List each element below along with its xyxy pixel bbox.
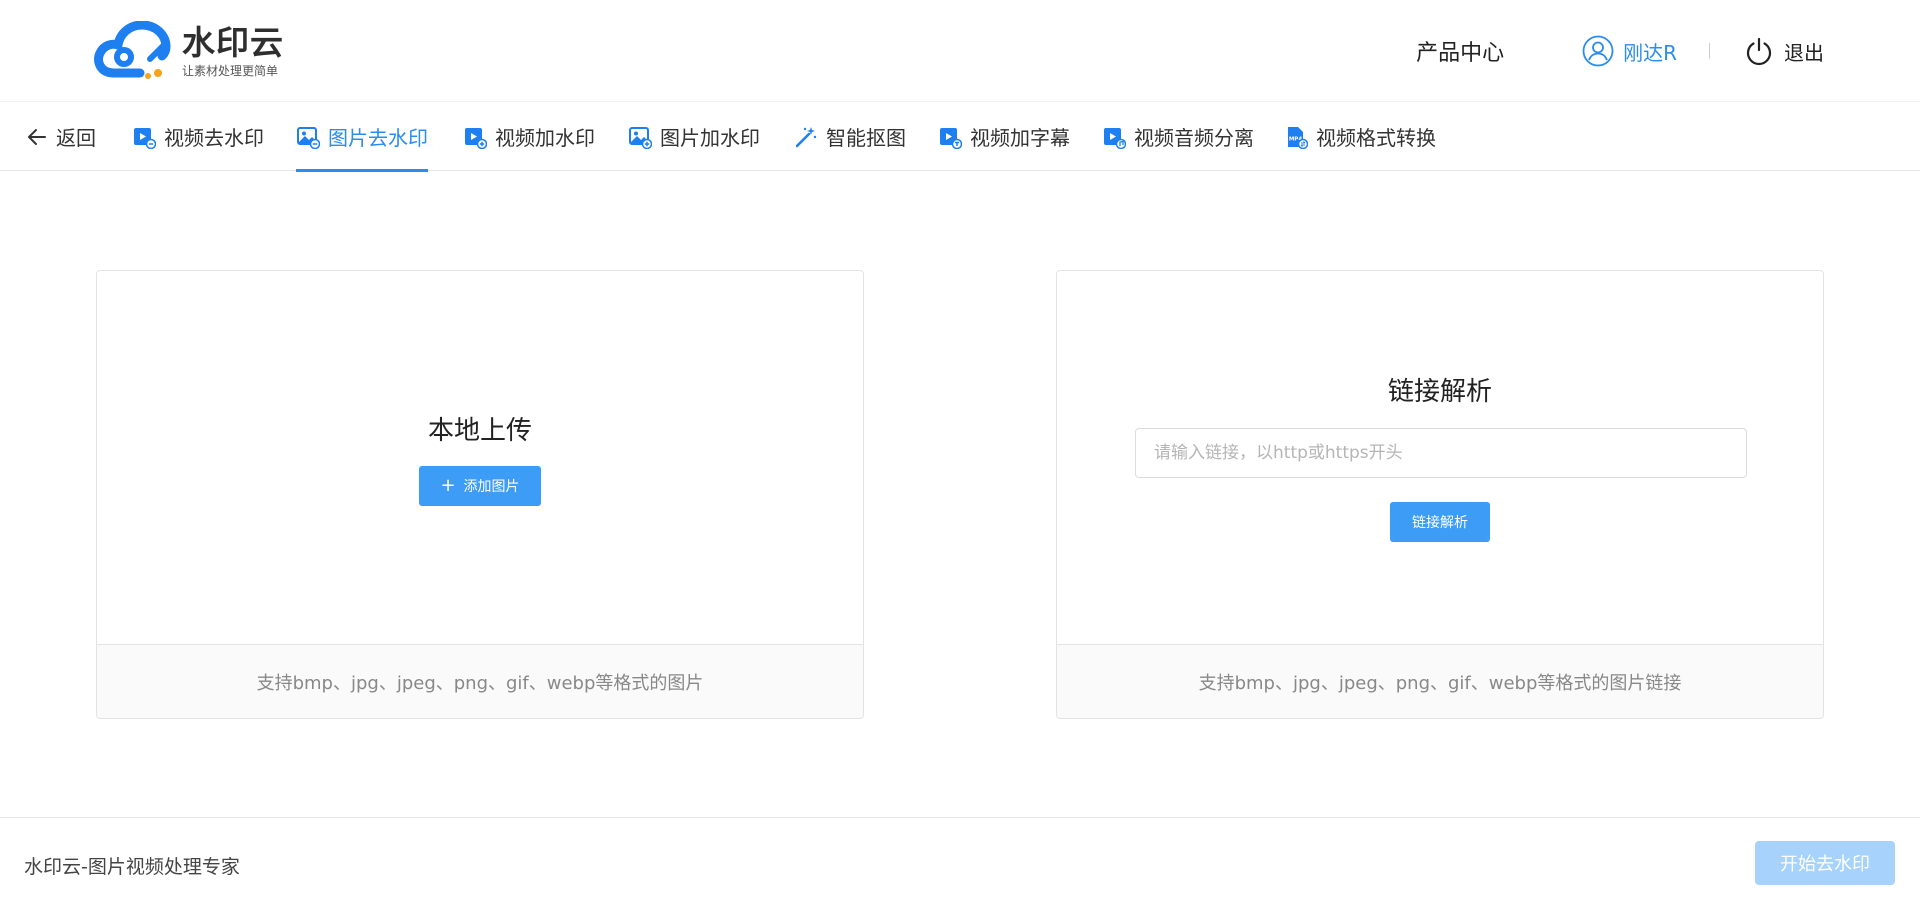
- cloud-logo-icon: [94, 21, 171, 79]
- tab-label: 视频格式转换: [1316, 126, 1436, 150]
- tab-image-remove-watermark[interactable]: 图片去水印: [296, 102, 428, 172]
- tab-label: 视频音频分离: [1134, 126, 1254, 150]
- logo-slogan: 让素材处理更简单: [182, 64, 279, 78]
- user-avatar-icon: [1582, 35, 1614, 67]
- video-icon: [134, 127, 156, 149]
- bottom-bar: 水印云-图片视频处理专家 开始去水印: [0, 817, 1920, 903]
- footer-brand-text: 水印云-图片视频处理专家: [24, 856, 240, 878]
- tab-label: 视频加字幕: [970, 126, 1070, 150]
- tab-video-remove-watermark[interactable]: 视频去水印: [132, 102, 264, 171]
- top-header: 水印云 让素材处理更简单 产品中心 刚达R 退出: [0, 0, 1920, 102]
- video-add-icon: [465, 127, 487, 149]
- logo-name: 水印云: [182, 23, 284, 62]
- tab-label: 智能抠图: [826, 126, 906, 150]
- upload-drop-area[interactable]: 本地上传 + 添加图片: [97, 271, 863, 646]
- back-button[interactable]: 返回: [26, 102, 96, 171]
- image-icon: [297, 126, 320, 149]
- local-upload-card: 本地上传 + 添加图片 支持bmp、jpg、jpeg、png、gif、webp等…: [96, 270, 864, 719]
- tab-video-audio-separate[interactable]: 视频音频分离: [1102, 102, 1254, 171]
- image-add-icon: [629, 126, 652, 149]
- link-card-footer: 支持bmp、jpg、jpeg、png、gif、webp等格式的图片链接: [1057, 644, 1823, 718]
- user-name: 刚达R: [1623, 40, 1677, 65]
- header-divider: [1709, 43, 1710, 59]
- power-icon: [1746, 37, 1772, 66]
- arrow-left-icon: [28, 128, 46, 145]
- product-center-link[interactable]: 产品中心: [1416, 35, 1504, 67]
- tab-video-format-convert[interactable]: MP4 视频格式转换: [1284, 102, 1436, 171]
- link-card-title: 链接解析: [1387, 377, 1492, 407]
- add-image-button[interactable]: + 添加图片: [419, 466, 541, 506]
- magic-wand-icon: [795, 126, 817, 147]
- tab-label: 图片加水印: [660, 126, 760, 150]
- logout-button[interactable]: 退出: [1744, 36, 1824, 66]
- logo[interactable]: 水印云 让素材处理更简单: [94, 21, 299, 83]
- link-parse-card: 链接解析 链接解析 支持bmp、jpg、jpeg、png、gif、webp等格式…: [1056, 270, 1824, 719]
- video-audio-icon: [1104, 127, 1126, 149]
- link-parse-body: 链接解析 链接解析: [1057, 271, 1823, 646]
- mp4-file-icon: MP4: [1288, 126, 1308, 149]
- back-label: 返回: [56, 126, 96, 150]
- tab-video-subtitle[interactable]: 视频加字幕: [938, 102, 1070, 171]
- start-remove-watermark-button[interactable]: 开始去水印: [1755, 841, 1895, 885]
- link-input[interactable]: [1135, 428, 1747, 478]
- tab-smart-cutout[interactable]: 智能抠图: [794, 102, 906, 171]
- tab-video-add-watermark[interactable]: 视频加水印: [463, 102, 595, 171]
- user-account-button[interactable]: 刚达R: [1582, 35, 1677, 67]
- upload-card-title: 本地上传: [427, 416, 532, 446]
- tab-image-add-watermark[interactable]: 图片加水印: [628, 102, 760, 171]
- tab-label: 视频去水印: [164, 126, 264, 150]
- link-parse-button[interactable]: 链接解析: [1390, 502, 1490, 542]
- tab-label: 图片去水印: [328, 126, 428, 150]
- link-parse-label: 链接解析: [1412, 515, 1468, 531]
- tab-label: 视频加水印: [495, 126, 595, 150]
- plus-icon: +: [440, 475, 456, 496]
- tool-nav: 返回 视频去水印 图片去水印 视频加水印 图片加水印 智能抠图 视频加字幕 视频…: [0, 102, 1920, 172]
- add-image-label: 添加图片: [463, 479, 520, 495]
- video-subtitle-icon: [940, 127, 962, 149]
- logout-label: 退出: [1784, 40, 1824, 65]
- upload-card-footer: 支持bmp、jpg、jpeg、png、gif、webp等格式的图片: [97, 644, 863, 718]
